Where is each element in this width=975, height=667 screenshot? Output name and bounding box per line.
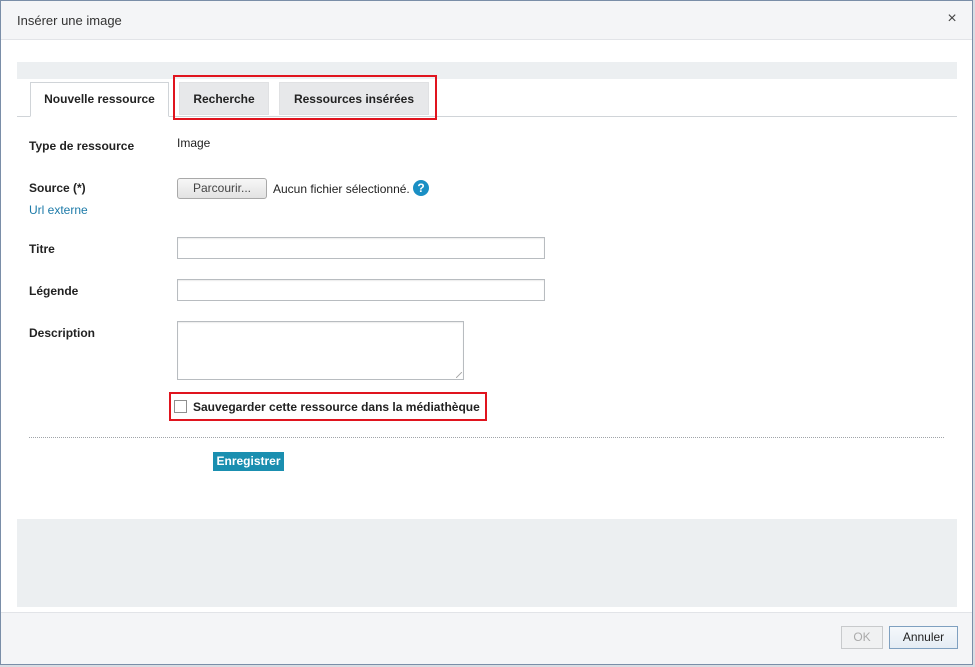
tabs-header-band — [17, 62, 957, 79]
external-url-link[interactable]: Url externe — [29, 203, 88, 217]
caption-label: Légende — [29, 284, 79, 298]
tab-strip: Nouvelle ressource Recherche Ressources … — [17, 79, 957, 117]
ok-button[interactable]: OK — [841, 626, 883, 649]
save-button[interactable]: Enregistrer — [213, 452, 284, 471]
form-bottom-band — [17, 519, 957, 607]
dialog-title: Insérer une image — [17, 13, 122, 28]
source-label: Source (*) — [29, 181, 86, 195]
save-to-library-label[interactable]: Sauvegarder cette ressource dans la médi… — [193, 400, 480, 414]
save-to-library-checkbox[interactable] — [174, 400, 187, 413]
description-label: Description — [29, 326, 96, 340]
caption-input[interactable] — [177, 279, 545, 301]
tab-new-resource[interactable]: Nouvelle ressource — [30, 82, 169, 117]
resize-grip-icon[interactable] — [456, 372, 462, 378]
tab-inserted-resources[interactable]: Ressources insérées — [279, 82, 429, 115]
dialog-footer — [1, 612, 972, 664]
resource-type-value: Image — [177, 136, 211, 150]
title-label: Titre — [29, 242, 55, 256]
form-separator — [29, 437, 944, 438]
insert-image-dialog: Insérer une image × Nouvelle ressource R… — [0, 0, 973, 665]
cancel-button[interactable]: Annuler — [889, 626, 958, 649]
no-file-selected-text: Aucun fichier sélectionné. — [273, 182, 410, 196]
help-icon[interactable]: ? — [413, 180, 429, 196]
browse-button[interactable]: Parcourir... — [177, 178, 267, 199]
description-textarea[interactable] — [177, 321, 464, 380]
close-icon[interactable]: × — [944, 11, 960, 27]
resource-type-label: Type de ressource — [29, 139, 135, 153]
tab-search[interactable]: Recherche — [179, 82, 269, 115]
dialog-titlebar: Insérer une image × — [1, 1, 972, 40]
title-input[interactable] — [177, 237, 545, 259]
